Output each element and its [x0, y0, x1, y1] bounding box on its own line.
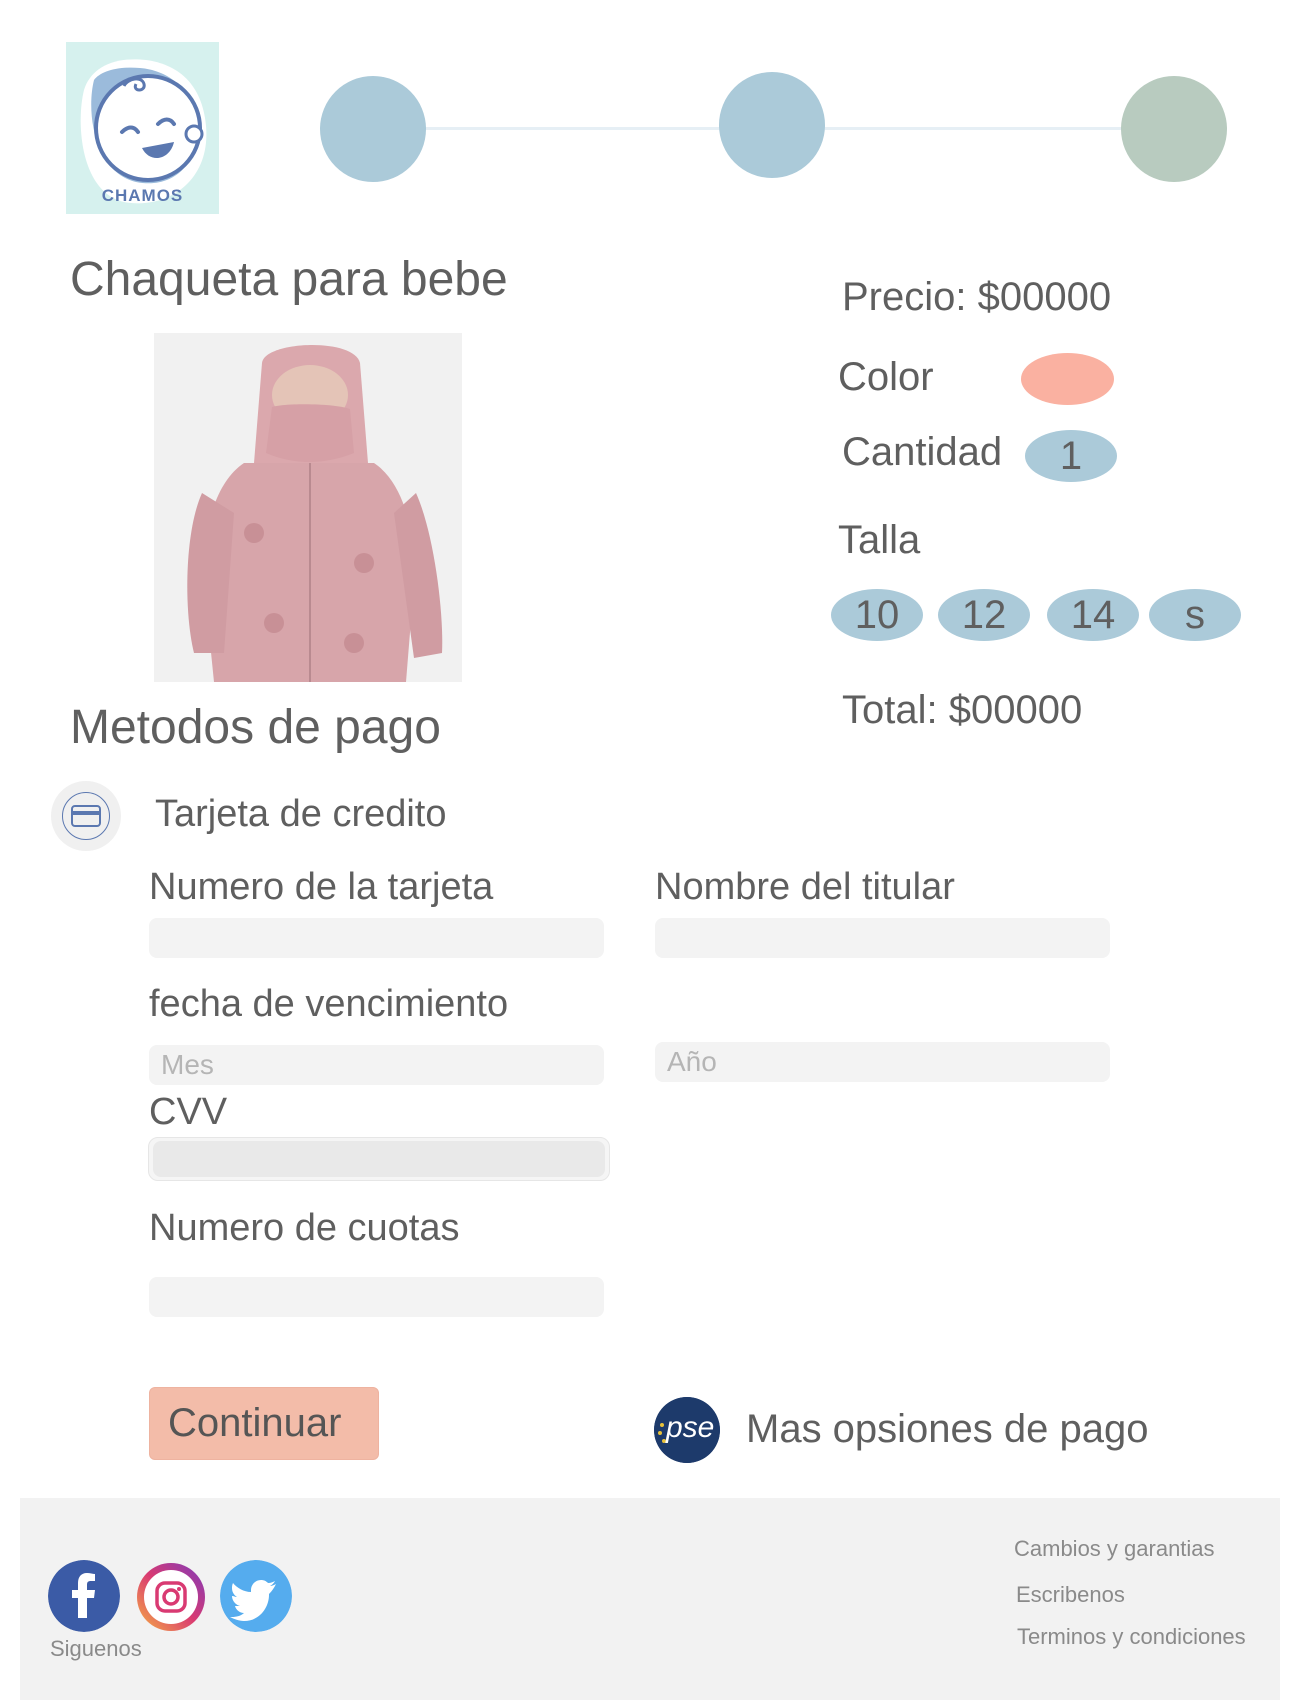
cvv-field [148, 1137, 610, 1181]
continue-button[interactable]: Continuar [149, 1387, 379, 1460]
footer-link-terms[interactable]: Terminos y condiciones [1017, 1624, 1246, 1650]
size-option-12[interactable]: 12 [938, 589, 1030, 641]
size-option-s[interactable]: s [1149, 589, 1241, 641]
expiry-year-input[interactable] [655, 1042, 1110, 1082]
stepper-step-1[interactable] [320, 76, 426, 182]
credit-card-option[interactable] [51, 781, 121, 851]
expiry-month-input[interactable] [149, 1045, 604, 1085]
instagram-icon[interactable] [135, 1561, 207, 1633]
facebook-icon[interactable] [48, 1560, 120, 1632]
color-label: Color [838, 355, 934, 399]
more-payment-options-link[interactable]: Mas opsiones de pago [746, 1407, 1149, 1452]
brand-name: CHAMOS [101, 186, 184, 205]
credit-card-icon [62, 792, 110, 840]
holder-name-input[interactable] [655, 918, 1110, 958]
product-title: Chaqueta para bebe [70, 253, 508, 306]
pse-logo-text: pse [666, 1411, 715, 1444]
color-swatch[interactable] [1021, 353, 1114, 405]
stepper-line-1 [400, 127, 740, 130]
stepper-step-3[interactable] [1121, 76, 1227, 182]
payment-section-title: Metodos de pago [70, 701, 441, 754]
size-option-14[interactable]: 14 [1047, 589, 1139, 641]
follow-us-label: Siguenos [50, 1636, 142, 1661]
card-number-input[interactable] [149, 918, 604, 958]
credit-card-label: Tarjeta de credito [155, 793, 447, 835]
brand-logo[interactable]: CHAMOS [66, 42, 219, 214]
expiry-label: fecha de vencimiento [149, 983, 509, 1025]
size-label: Talla [838, 518, 921, 562]
installments-input[interactable] [149, 1277, 604, 1317]
cvv-label: CVV [149, 1091, 228, 1133]
stepper-line-2 [800, 127, 1140, 130]
installments-label: Numero de cuotas [149, 1207, 460, 1249]
size-option-10[interactable]: 10 [831, 589, 923, 641]
stepper-step-2[interactable] [719, 72, 825, 178]
quantity-stepper[interactable]: 1 [1025, 430, 1117, 482]
footer-link-exchanges[interactable]: Cambios y garantias [1014, 1536, 1215, 1562]
twitter-icon[interactable] [220, 1560, 292, 1632]
product-image [154, 333, 462, 682]
holder-name-label: Nombre del titular [655, 866, 955, 908]
price-label: Precio: $00000 [842, 275, 1112, 319]
footer-link-contact[interactable]: Escribenos [1016, 1582, 1125, 1608]
total-label: Total: $00000 [842, 688, 1083, 732]
card-number-label: Numero de la tarjeta [149, 866, 494, 908]
quantity-label: Cantidad [842, 430, 1003, 474]
cvv-input[interactable] [153, 1141, 605, 1177]
pse-logo[interactable]: pse [654, 1397, 720, 1463]
